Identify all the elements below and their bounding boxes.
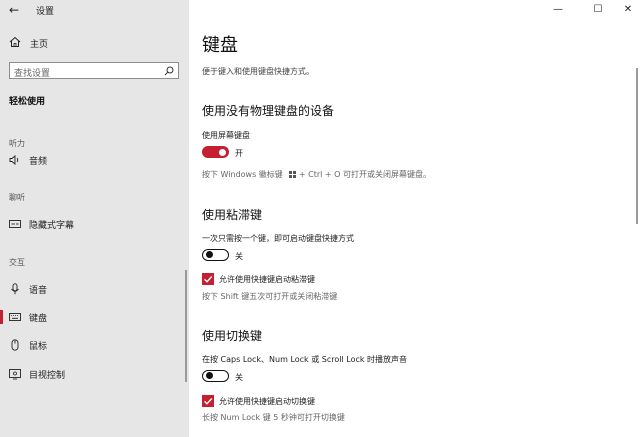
sticky-keys-toggle[interactable] [202, 249, 229, 261]
sidebar-scrollbar[interactable] [185, 270, 187, 382]
sticky-keys-shortcut-checkbox[interactable] [202, 273, 214, 285]
main-scrollbar[interactable] [636, 68, 638, 224]
sticky-keys-label: 一次只需按一个键，即可启动键盘快捷方式 [202, 234, 354, 243]
section-title-onscreen-keyboard: 使用没有物理键盘的设备 [202, 104, 335, 118]
sticky-keys-shortcut-label: 允许使用快捷键启动粘滞键 [219, 275, 315, 284]
sidebar-item-label: 键盘 [29, 314, 48, 324]
sidebar-item-audio[interactable]: 音频 [0, 150, 189, 170]
toggle-knob [219, 148, 226, 156]
onscreen-keyboard-toggle-state: 开 [235, 149, 243, 158]
checkmark-icon [204, 398, 213, 405]
toggle-keys-shortcut-checkbox[interactable] [202, 395, 214, 407]
selected-indicator [0, 310, 3, 324]
group-header-interaction: 交互 [9, 258, 25, 267]
search-icon[interactable] [164, 66, 174, 76]
group-header-captions: 聊听 [9, 193, 25, 202]
search-placeholder: 查找设置 [14, 69, 51, 79]
minimize-icon[interactable]: — [550, 3, 566, 17]
page-description: 便于键入和使用键盘快捷方式。 [202, 67, 314, 76]
sidebar-item-mouse[interactable]: 鼠标 [0, 335, 189, 355]
onscreen-keyboard-hint: 按下 Windows 徽标键 + Ctrl + O 可打开或关闭屏幕键盘。 [202, 169, 431, 180]
maximize-icon[interactable]: ☐ [590, 3, 606, 17]
home-icon [9, 36, 21, 47]
eye-control-icon [9, 369, 21, 380]
speaker-icon [9, 155, 19, 165]
main-content: — ☐ ✕ 键盘 便于键入和使用键盘快捷方式。 使用没有物理键盘的设备 使用屏幕… [189, 0, 640, 437]
titlebar-left: ← 设置 [0, 0, 189, 20]
sidebar-item-home[interactable]: 主页 [0, 34, 189, 52]
category-title: 轻松使用 [9, 97, 46, 107]
toggle-keys-toggle[interactable] [202, 370, 229, 382]
sidebar-item-label: 语音 [29, 286, 48, 296]
sidebar-item-label: 主页 [30, 40, 49, 50]
sidebar-item-label: 音频 [29, 157, 48, 167]
sidebar-item-label: 隐藏式字幕 [29, 221, 75, 231]
sidebar: ← 设置 主页 查找设置 轻松使用 听力 音频 聊听 隐藏式字幕 交互 语音 键… [0, 0, 189, 437]
app-title: 设置 [36, 7, 55, 17]
onscreen-keyboard-label: 使用屏幕键盘 [202, 131, 250, 140]
checkmark-icon [204, 276, 213, 283]
toggle-keys-shortcut-label: 允许使用快捷键启动切换键 [219, 397, 315, 406]
group-header-hearing: 听力 [9, 139, 25, 148]
hint-text-after: + Ctrl + O 可打开或关闭屏幕键盘。 [298, 170, 431, 179]
microphone-icon [11, 283, 19, 295]
back-arrow-icon[interactable]: ← [6, 2, 22, 18]
sidebar-item-label: 目视控制 [29, 371, 66, 381]
sidebar-item-eye-control[interactable]: 目视控制 [0, 364, 189, 384]
hint-text-before: 按下 Windows 徽标键 [202, 170, 283, 179]
toggle-knob [205, 251, 213, 259]
sidebar-item-speech[interactable]: 语音 [0, 279, 189, 299]
keyboard-icon [9, 313, 21, 321]
section-title-sticky-keys: 使用粘滞键 [202, 208, 263, 222]
toggle-keys-toggle-state: 关 [235, 373, 243, 382]
section-title-toggle-keys: 使用切换键 [202, 329, 263, 343]
close-icon[interactable]: ✕ [620, 3, 636, 17]
sidebar-item-captions[interactable]: 隐藏式字幕 [0, 214, 189, 234]
sidebar-item-label: 鼠标 [29, 342, 48, 352]
toggle-keys-hint: 长按 Num Lock 键 5 秒钟可打开切换键 [202, 413, 345, 422]
page-title: 键盘 [202, 35, 238, 56]
sidebar-item-keyboard[interactable]: 键盘 [0, 307, 189, 327]
search-input[interactable]: 查找设置 [9, 62, 179, 79]
captions-icon [9, 220, 21, 228]
sticky-keys-hint: 按下 Shift 键五次可打开或关闭粘滞键 [202, 292, 338, 301]
toggle-keys-label: 在按 Caps Lock、Num Lock 或 Scroll Lock 时播放声… [202, 355, 408, 364]
toggle-knob [205, 372, 213, 380]
onscreen-keyboard-toggle[interactable] [202, 146, 229, 158]
mouse-icon [11, 339, 19, 351]
sticky-keys-toggle-state: 关 [235, 252, 243, 261]
windows-logo-icon [289, 171, 297, 178]
